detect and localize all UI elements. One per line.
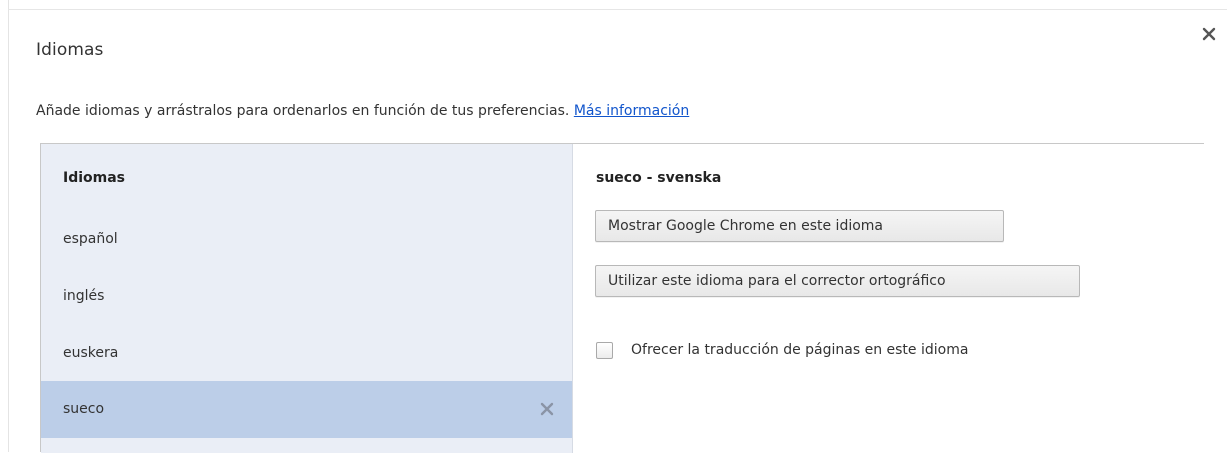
- language-item-label: español: [63, 231, 118, 247]
- language-item-label: sueco: [63, 401, 105, 417]
- more-info-link[interactable]: Más información: [574, 103, 689, 119]
- language-item-label: euskera: [63, 345, 119, 361]
- language-item-euskera[interactable]: euskera: [41, 325, 572, 382]
- intro-text: Añade idiomas y arrástralos para ordenar…: [36, 103, 570, 119]
- language-item-label: inglés: [63, 288, 105, 304]
- language-settings-dialog: Idiomas Añade idiomas y arrástralos para…: [0, 0, 1227, 453]
- translate-pages-label: Ofrecer la traducción de páginas en este…: [631, 342, 969, 358]
- dialog-top-border: [8, 9, 1227, 10]
- remove-icon[interactable]: [539, 401, 555, 417]
- language-item-ingles[interactable]: inglés: [41, 268, 572, 325]
- intro-paragraph: Añade idiomas y arrástralos para ordenar…: [36, 103, 689, 119]
- background-page-edge: [0, 0, 10, 452]
- language-item-espanol[interactable]: español: [41, 211, 572, 268]
- languages-panel: Idiomas español inglés euskera sueco sue…: [40, 143, 1204, 453]
- language-details: sueco - svenska Mostrar Google Chrome en…: [573, 144, 1204, 453]
- use-for-spellcheck-button[interactable]: Utilizar este idioma para el corrector o…: [595, 265, 1080, 297]
- close-icon[interactable]: [1199, 24, 1219, 44]
- language-list-header: Idiomas: [63, 170, 126, 186]
- dialog-title: Idiomas: [36, 40, 104, 60]
- language-list: Idiomas español inglés euskera sueco: [41, 144, 573, 453]
- language-item-sueco[interactable]: sueco: [41, 381, 572, 438]
- translate-pages-checkbox[interactable]: [596, 342, 613, 359]
- display-in-language-button[interactable]: Mostrar Google Chrome en este idioma: [595, 210, 1004, 242]
- selected-language-title: sueco - svenska: [596, 170, 722, 186]
